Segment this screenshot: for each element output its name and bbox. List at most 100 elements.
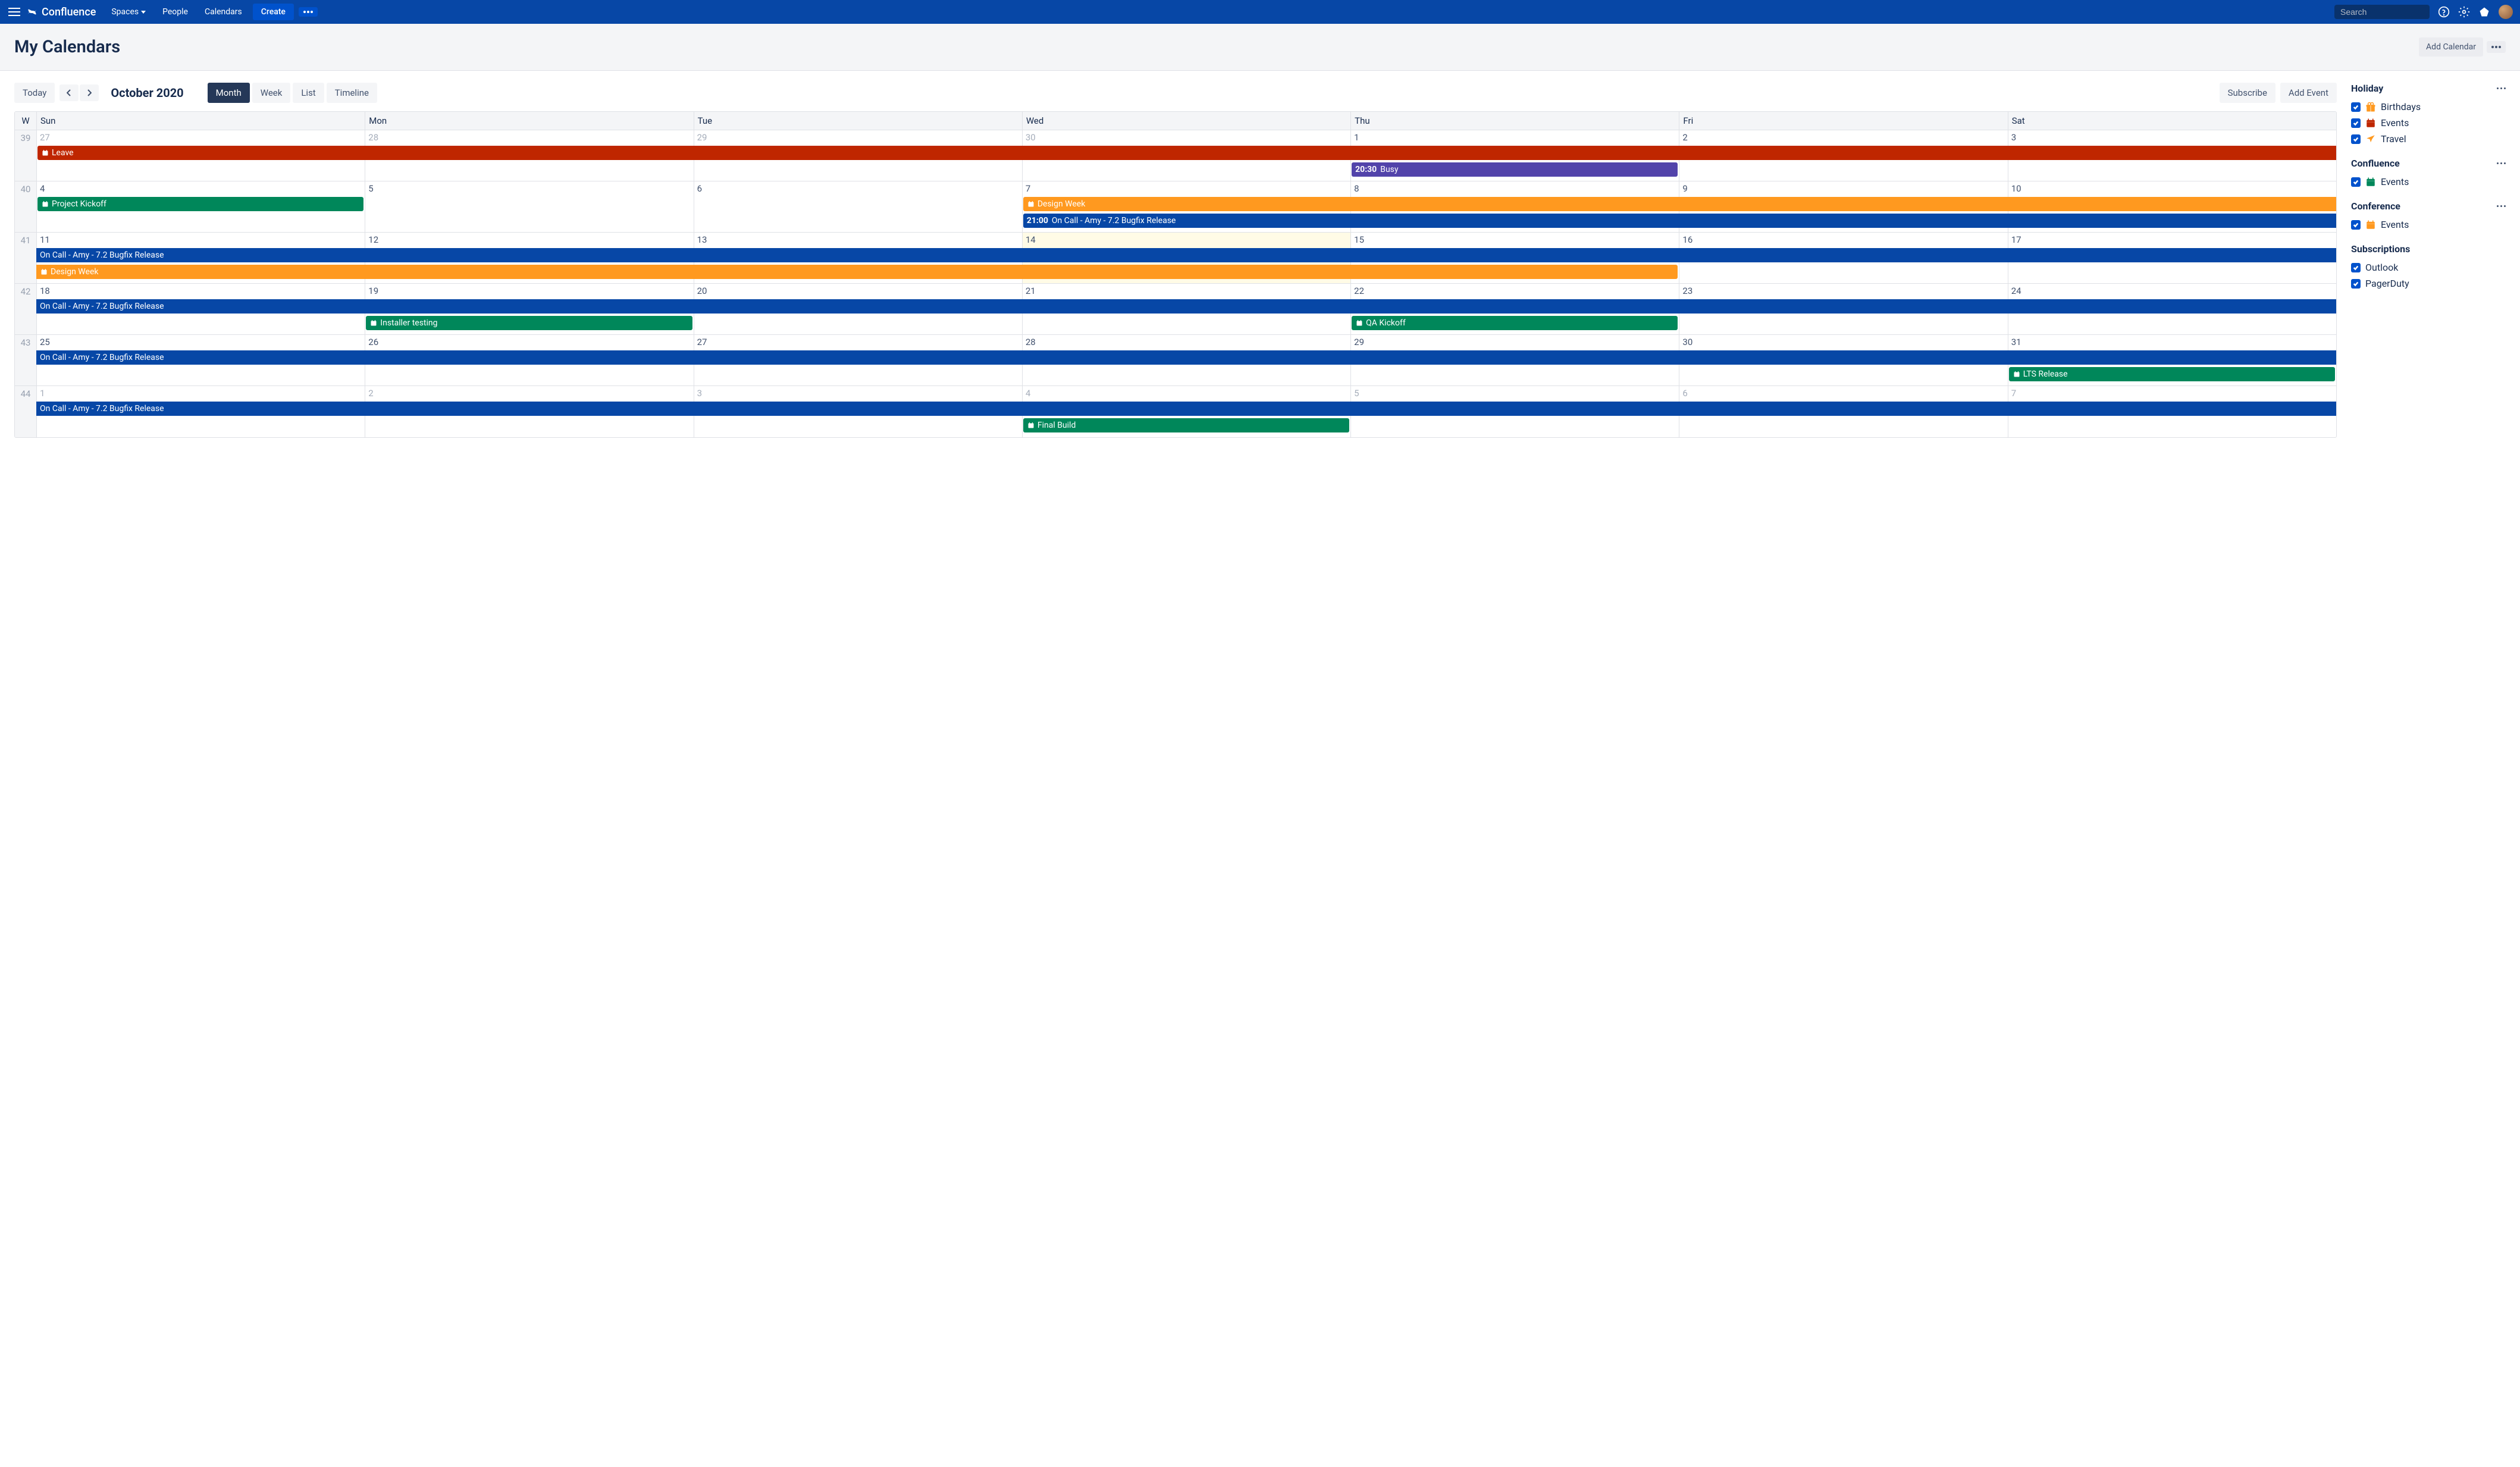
sidebar-calendar-item[interactable]: Events	[2351, 217, 2506, 233]
page-more-button[interactable]	[2487, 41, 2506, 53]
event-label: On Call - Amy - 7.2 Bugfix Release	[1052, 214, 1176, 228]
sidebar-group-title: Holiday	[2351, 83, 2383, 94]
chevron-right-icon	[87, 89, 92, 96]
help-icon[interactable]	[2438, 6, 2450, 18]
page-title: My Calendars	[14, 37, 2415, 57]
event-label: Installer testing	[380, 316, 437, 330]
cal-icon	[2365, 220, 2376, 230]
calendar-icon	[2013, 370, 2021, 378]
calendar-event[interactable]: Project Kickoff	[37, 197, 363, 211]
calendar-event[interactable]: On Call - Amy - 7.2 Bugfix Release	[36, 299, 2336, 314]
subscribe-button[interactable]: Subscribe	[2220, 83, 2275, 103]
checkbox[interactable]	[2351, 220, 2361, 230]
calendar-week-row: 4325262728293031On Call - Amy - 7.2 Bugf…	[15, 335, 2336, 386]
sidebar-calendar-item[interactable]: Travel	[2351, 131, 2506, 147]
day-header: Sat	[2008, 112, 2336, 130]
chevron-down-icon	[141, 11, 146, 14]
calendar-week-row: 441234567On Call - Amy - 7.2 Bugfix Rele…	[15, 386, 2336, 437]
view-month-button[interactable]: Month	[208, 83, 250, 103]
calendar-event[interactable]: Final Build	[1023, 418, 1349, 432]
group-menu-button[interactable]	[2497, 87, 2506, 89]
week-number: 40	[15, 181, 36, 232]
event-label: Design Week	[1038, 197, 1085, 211]
menu-icon[interactable]	[7, 5, 21, 19]
sidebar-group: Holiday Birthdays Events Travel	[2351, 83, 2506, 147]
day-header: Sun	[36, 112, 365, 130]
calendar-event[interactable]: Leave	[37, 146, 2336, 160]
calendar-week-row: 4045678910Project KickoffDesign Week21:0…	[15, 181, 2336, 233]
week-number: 44	[15, 386, 36, 437]
day-header: Fri	[1679, 112, 2007, 130]
checkbox[interactable]	[2351, 263, 2361, 272]
sidebar-group: Confluence Events	[2351, 158, 2506, 190]
today-button[interactable]: Today	[14, 83, 55, 103]
sidebar-calendar-item[interactable]: Events	[2351, 174, 2506, 190]
calendar-week-row: 3927282930123Leave20:30Busy	[15, 130, 2336, 181]
calendar-grid: WSunMonTueWedThuFriSat 3927282930123Leav…	[14, 111, 2337, 438]
checkbox[interactable]	[2351, 118, 2361, 128]
group-menu-button[interactable]	[2497, 162, 2506, 164]
event-label: Final Build	[1038, 418, 1076, 432]
settings-icon[interactable]	[2458, 6, 2470, 18]
search-input[interactable]	[2340, 7, 2448, 17]
cal-icon	[2365, 118, 2376, 128]
add-calendar-button[interactable]: Add Calendar	[2419, 37, 2483, 57]
calendar-icon	[1355, 319, 1364, 327]
sidebar-group-title: Confluence	[2351, 158, 2400, 169]
view-list-button[interactable]: List	[293, 83, 324, 103]
calendar-icon	[40, 268, 48, 276]
nav-more-button[interactable]	[299, 7, 318, 17]
calendar-event[interactable]: QA Kickoff	[1352, 316, 1678, 330]
week-number: 43	[15, 335, 36, 385]
prev-button[interactable]	[59, 84, 79, 101]
confluence-logo[interactable]: Confluence	[26, 6, 96, 18]
event-label: QA Kickoff	[1366, 316, 1406, 330]
add-event-button[interactable]: Add Event	[2280, 83, 2337, 103]
calendar-event[interactable]: On Call - Amy - 7.2 Bugfix Release	[36, 248, 2336, 262]
calendar-event[interactable]: On Call - Amy - 7.2 Bugfix Release	[36, 402, 2336, 416]
user-avatar[interactable]	[2499, 5, 2513, 19]
nav-calendars[interactable]: Calendars	[199, 4, 248, 20]
sidebar-calendar-item[interactable]: Outlook	[2351, 259, 2506, 275]
sidebar-calendar-item[interactable]: Events	[2351, 115, 2506, 131]
checkbox[interactable]	[2351, 134, 2361, 144]
event-time: 21:00	[1027, 214, 1048, 228]
calendar-icon	[41, 149, 49, 157]
calendar-event[interactable]: 20:30Busy	[1352, 162, 1678, 177]
ellipsis-icon	[2491, 46, 2501, 48]
calendar-event[interactable]: 21:00 On Call - Amy - 7.2 Bugfix Release	[1023, 214, 2336, 228]
view-week-button[interactable]: Week	[252, 83, 291, 103]
day-header: Wed	[1022, 112, 1350, 130]
view-timeline-button[interactable]: Timeline	[327, 83, 377, 103]
calendar-icon	[41, 200, 49, 208]
create-button[interactable]: Create	[253, 4, 294, 20]
notifications-icon[interactable]	[2478, 6, 2490, 18]
page-header: My Calendars Add Calendar	[0, 24, 2520, 71]
logo-text: Confluence	[42, 6, 96, 18]
checkbox[interactable]	[2351, 177, 2361, 187]
nav-spaces[interactable]: Spaces	[105, 4, 152, 20]
event-time: 20:30	[1355, 162, 1377, 177]
sidebar-calendar-item[interactable]: PagerDuty	[2351, 275, 2506, 291]
calendar-icon	[1027, 200, 1035, 208]
checkbox[interactable]	[2351, 279, 2361, 289]
calendar-event[interactable]: On Call - Amy - 7.2 Bugfix Release	[36, 350, 2336, 365]
ellipsis-icon	[303, 11, 313, 13]
nav-people[interactable]: People	[156, 4, 194, 20]
day-header: Thu	[1350, 112, 1679, 130]
next-button[interactable]	[80, 84, 99, 101]
current-month-label: October 2020	[111, 86, 183, 100]
checkbox[interactable]	[2351, 102, 2361, 112]
calendar-event[interactable]: Design Week	[36, 265, 1678, 279]
group-menu-button[interactable]	[2497, 205, 2506, 207]
calendar-event[interactable]: Design Week	[1023, 197, 2336, 211]
search-box[interactable]	[2334, 5, 2430, 19]
day-header: Mon	[365, 112, 693, 130]
sidebar-group-title: Subscriptions	[2351, 243, 2410, 255]
sidebar-group: ConferenceEvents	[2351, 200, 2506, 233]
calendar-event[interactable]: LTS Release	[2009, 367, 2335, 381]
sidebar-item-label: Events	[2381, 117, 2409, 128]
calendar-event[interactable]: Installer testing	[366, 316, 692, 330]
sidebar-calendar-item[interactable]: Birthdays	[2351, 99, 2506, 115]
week-number: 41	[15, 233, 36, 283]
